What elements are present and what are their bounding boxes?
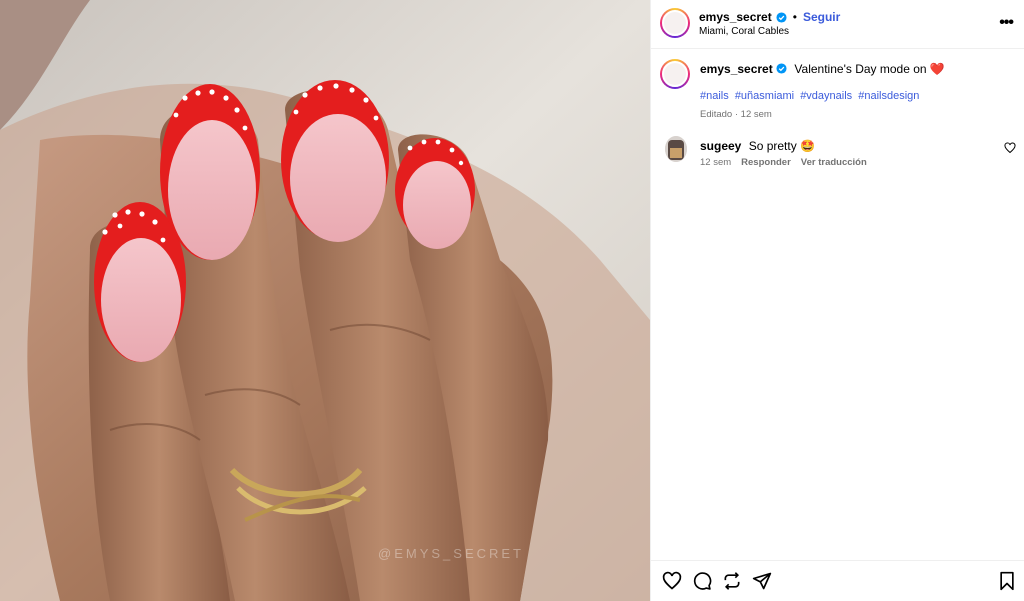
heart-icon[interactable] [662,571,682,591]
more-options-icon[interactable]: ••• [999,14,1014,32]
watermark: @EMYS_SECRET [378,546,524,561]
reply-button[interactable]: Responder [741,157,791,168]
repost-icon[interactable] [722,571,742,591]
starstruck-emoji: 🤩 [800,139,816,153]
author-line: emys_secret • Seguir [699,10,840,24]
comment-icon[interactable] [692,571,712,591]
caption-meta: Editado · 12 sem [700,109,772,120]
follow-button[interactable]: Seguir [803,10,840,24]
hashtag[interactable]: #uñasmiami [735,90,794,102]
nail-photo [0,0,650,601]
comment-message: So pretty [748,139,797,153]
commenter-username[interactable]: sugeey [700,139,741,153]
separator: • [792,10,797,24]
author-username[interactable]: emys_secret [699,10,772,24]
caption-username[interactable]: emys_secret [700,62,773,76]
verified-icon [776,63,787,74]
caption-text: emys_secret Valentine's Day mode on ❤️ [700,62,1010,76]
heart-emoji: ❤️ [929,62,945,76]
action-bar [651,560,1024,601]
comment-text: sugeey So pretty 🤩 [700,139,815,153]
comment-meta: 12 sem Responder Ver traducción [700,157,867,168]
post-header: emys_secret • Seguir Miami, Coral Cables… [651,0,1024,49]
hashtags: #nails #uñasmiami #vdaynails #nailsdesig… [700,90,922,102]
post-panel: emys_secret • Seguir Miami, Coral Cables… [650,0,1024,601]
post-location[interactable]: Miami, Coral Cables [699,26,789,37]
hashtag[interactable]: #nailsdesign [858,90,919,102]
share-icon[interactable] [752,571,772,591]
commenter-avatar[interactable] [665,136,687,162]
bookmark-icon[interactable] [997,571,1017,591]
author-avatar[interactable] [660,8,690,38]
avatar-image [665,136,687,162]
comment: sugeey So pretty 🤩 12 sem Responder Ver … [660,136,1016,176]
caption-avatar[interactable] [660,59,690,89]
post-media[interactable]: @EMYS_SECRET [0,0,650,601]
caption-message: Valentine's Day mode on [794,62,927,76]
verified-icon [776,11,787,23]
hashtag[interactable]: #vdaynails [800,90,852,102]
translate-button[interactable]: Ver traducción [801,157,867,168]
comment-time: 12 sem [700,157,732,168]
hashtag[interactable]: #nails [700,90,729,102]
comment-like-icon[interactable] [1004,142,1016,154]
